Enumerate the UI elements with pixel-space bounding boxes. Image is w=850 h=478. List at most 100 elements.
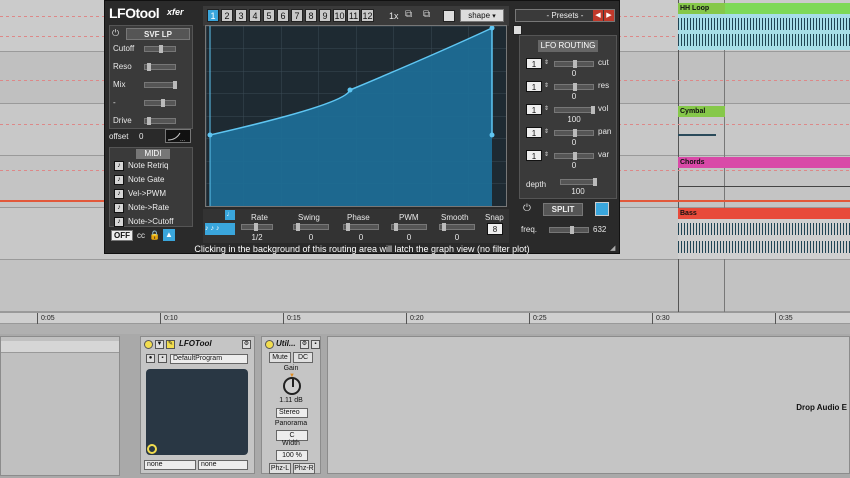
midi-vel-pwm[interactable]: ♪ Vel->PWM — [114, 188, 166, 200]
curve-point-start[interactable] — [207, 132, 213, 138]
midi-learn-icon[interactable]: ▲ — [163, 229, 175, 241]
wrench-icon[interactable]: ✎ — [166, 340, 175, 349]
pattern-tab-3[interactable]: 3 — [235, 9, 247, 22]
midi-note-rate[interactable]: ♪ Note->Rate — [114, 202, 169, 214]
pattern-tab-12[interactable]: 12 — [361, 9, 374, 22]
paste-icon[interactable]: ⧉ — [423, 9, 437, 22]
xy-pad[interactable] — [146, 369, 248, 455]
routing-lfo-select[interactable]: 1 — [526, 104, 542, 115]
routing-panel[interactable]: LFO ROUTING 1 ⇕ cut 0 1 ⇕ res 0 1 ⇕ vol … — [519, 35, 617, 199]
device-settings-icon[interactable]: ⚙ — [242, 340, 251, 349]
depth-slider[interactable] — [560, 178, 597, 186]
clip-hh-loop-2-header[interactable] — [725, 3, 850, 14]
phz-l-button[interactable]: Phz-L — [269, 463, 291, 474]
mute-button[interactable]: Mute — [269, 352, 291, 363]
swing-slider[interactable] — [293, 223, 329, 231]
next-preset-icon[interactable]: ▶ — [604, 10, 614, 21]
lfo-graph[interactable] — [205, 25, 507, 207]
pattern-tab-11[interactable]: 11 — [347, 9, 360, 22]
filter-type-select[interactable]: SVF LP — [126, 28, 190, 40]
midi-note-retrig[interactable]: ♪ Note Retriq — [114, 160, 168, 172]
rate-slider[interactable] — [241, 223, 273, 231]
save-icon[interactable]: ▪ — [311, 340, 320, 349]
small-grid-icon[interactable] — [513, 25, 522, 35]
pattern-tab-10[interactable]: 10 — [333, 9, 346, 22]
multiplier-label[interactable]: 1x — [389, 11, 399, 21]
time-ruler[interactable]: 0:05 0:10 0:15 0:20 0:25 0:30 0:35 — [0, 312, 850, 324]
snap-field[interactable]: 8 — [487, 223, 503, 235]
save-icon[interactable]: ▪ — [158, 354, 167, 363]
offset-value[interactable]: 0 — [139, 132, 143, 141]
filter-power-icon[interactable]: ⏻ — [112, 28, 122, 38]
copy-icon[interactable]: ⧉ — [405, 9, 419, 22]
device-rack[interactable]: ▼ ✎ LFOTool ⚙ ● ▪ DefaultProgram none no… — [0, 334, 850, 478]
phz-r-button[interactable]: Phz-R — [293, 463, 315, 474]
clip-chords-header[interactable]: Chords — [678, 157, 850, 168]
offset-shape-icon[interactable]: ... — [165, 129, 191, 143]
width-field[interactable]: 100 % — [276, 450, 308, 461]
updown-icon[interactable]: ⇕ — [544, 105, 550, 115]
pattern-tab-2[interactable]: 2 — [221, 9, 233, 22]
split-graph-icon[interactable] — [595, 202, 609, 216]
xy-pad-handle[interactable] — [147, 444, 157, 454]
pattern-tab-8[interactable]: 8 — [305, 9, 317, 22]
phase-slider[interactable] — [343, 223, 379, 231]
xy-x-select[interactable]: none — [144, 460, 196, 470]
track-lane-empty[interactable] — [0, 260, 850, 312]
dc-button[interactable]: DC — [293, 352, 313, 363]
routing-lfo-select[interactable]: 1 — [526, 127, 542, 138]
drive-slider[interactable] — [144, 117, 176, 125]
clip-cymbal-header[interactable]: Cymbal — [678, 106, 725, 117]
lock-icon[interactable]: 🔒 — [149, 230, 160, 241]
note-mode-buttons[interactable]: ♪ ♪ ♪ — [205, 223, 235, 235]
smooth-slider[interactable] — [439, 223, 475, 231]
routing-row-vol[interactable]: 1 ⇕ vol 100 — [526, 104, 612, 126]
pattern-tab-5[interactable]: 5 — [263, 9, 275, 22]
power-icon[interactable]: ● — [146, 354, 155, 363]
utility-device[interactable]: Util... ⚙ ▪ Mute DC Gain ▼ 1.11 dB Stere… — [261, 336, 321, 474]
routing-lfo-select[interactable]: 1 — [526, 58, 542, 69]
routing-lfo-select[interactable]: 1 — [526, 81, 542, 92]
var-slider[interactable] — [554, 152, 594, 160]
clip-bass-body[interactable] — [678, 219, 850, 259]
program-select[interactable]: DefaultProgram — [170, 354, 248, 364]
curve-point-mid[interactable] — [347, 87, 353, 93]
resize-grip-icon[interactable]: ◢ — [610, 244, 618, 252]
device-drop-area[interactable]: Drop Audio E — [327, 336, 850, 474]
updown-icon[interactable]: ⇕ — [544, 59, 550, 69]
pattern-tab-9[interactable]: 9 — [319, 9, 331, 22]
param-slider[interactable] — [144, 99, 176, 107]
chevron-down-icon[interactable]: ▼ — [155, 340, 164, 349]
routing-row-cut[interactable]: 1 ⇕ cut 0 — [526, 58, 612, 80]
device-settings-icon[interactable]: ⚙ — [300, 340, 309, 349]
split-power-icon[interactable]: ⏻ — [523, 203, 535, 215]
pattern-tab-7[interactable]: 7 — [291, 9, 303, 22]
split-button[interactable]: SPLIT — [543, 203, 583, 216]
curve-point-drop[interactable] — [489, 132, 495, 138]
updown-icon[interactable]: ⇕ — [544, 82, 550, 92]
pattern-tab-4[interactable]: 4 — [249, 9, 261, 22]
xy-y-select[interactable]: none — [198, 460, 248, 470]
stereo-select[interactable]: Stereo — [276, 408, 308, 418]
vol-slider[interactable] — [554, 106, 595, 114]
updown-icon[interactable]: ⇕ — [544, 151, 550, 161]
routing-row-var[interactable]: 1 ⇕ var 0 — [526, 150, 612, 172]
sync-icon[interactable]: ♩ — [225, 210, 235, 220]
freq-slider[interactable] — [549, 226, 589, 234]
res-slider[interactable] — [554, 83, 594, 91]
routing-row-res[interactable]: 1 ⇕ res 0 — [526, 81, 612, 103]
device-on-icon[interactable] — [265, 340, 274, 349]
midi-note-gate[interactable]: ♪ Note Gate — [114, 174, 164, 186]
prev-preset-icon[interactable]: ◀ — [593, 10, 603, 21]
grid-icon[interactable] — [443, 10, 455, 22]
lfotool-device[interactable]: ▼ ✎ LFOTool ⚙ ● ▪ DefaultProgram none no… — [140, 336, 255, 474]
device-on-icon[interactable] — [144, 340, 153, 349]
clip-bass-header[interactable]: Bass — [678, 208, 850, 219]
shape-select[interactable]: shape ▾ — [460, 9, 504, 22]
cut-slider[interactable] — [554, 60, 594, 68]
pwm-slider[interactable] — [391, 223, 427, 231]
clip-hh-loop-header[interactable]: HH Loop — [678, 3, 725, 14]
reso-slider[interactable] — [144, 63, 176, 71]
updown-icon[interactable]: ⇕ — [544, 128, 550, 138]
pattern-tab-6[interactable]: 6 — [277, 9, 289, 22]
